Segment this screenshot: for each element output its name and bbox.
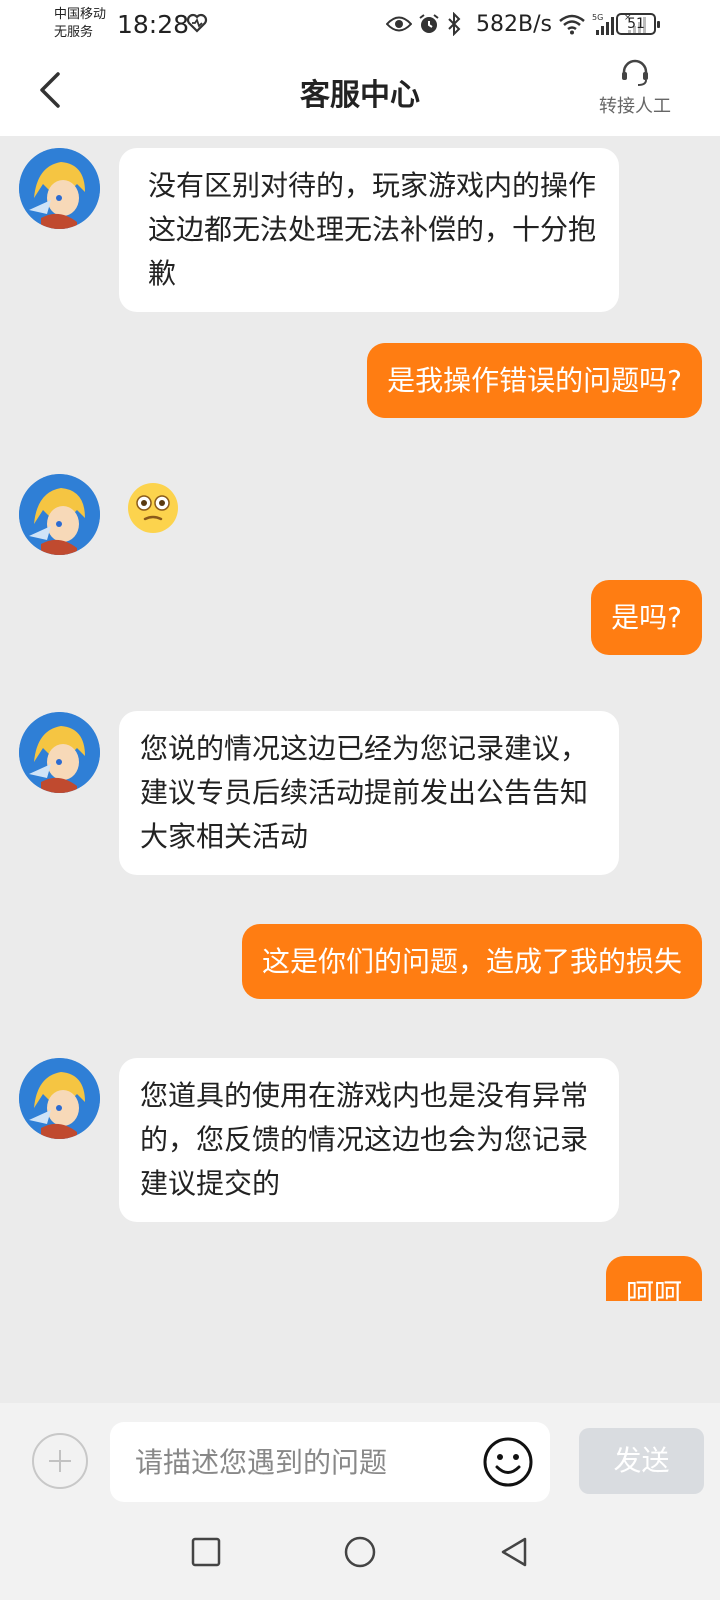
transfer-agent-label: 转接人工 (599, 96, 671, 117)
wifi-icon (559, 14, 585, 35)
circle-icon (344, 1536, 376, 1568)
avatar-character-icon (19, 148, 100, 229)
alarm-icon (419, 14, 439, 33)
agent-message-bubble[interactable]: 没有区别对待的，玩家游戏内的操作这边都无法处理无法补偿的，十分抱歉 (119, 148, 619, 312)
eye-icon (386, 16, 413, 32)
avatar-character-icon (19, 474, 100, 555)
plus-icon (49, 1450, 71, 1472)
triangle-back-icon (501, 1537, 527, 1567)
user-message-bubble[interactable]: 是吗? (591, 580, 702, 655)
input-bar: 发送 (0, 1403, 720, 1508)
header: 客服中心 转接人工 (0, 50, 720, 136)
home-button[interactable] (338, 1530, 382, 1574)
clip-wrapper: 呵呵 (520, 1256, 720, 1301)
avatar-character-icon (19, 1058, 100, 1139)
carrier-info: 中国移动 无服务 (54, 6, 106, 42)
health-heart-icon (186, 13, 208, 33)
flushed-face-emoji-icon[interactable] (127, 482, 179, 534)
carrier-service: 无服务 (54, 25, 94, 40)
transfer-agent-button[interactable]: 转接人工 (590, 58, 680, 124)
svg-text:5G: 5G (592, 13, 603, 22)
user-message-bubble[interactable]: 这是你们的问题，造成了我的损失 (241, 924, 702, 999)
square-icon (191, 1537, 221, 1567)
agent-avatar (19, 474, 100, 555)
system-nav-bar (0, 1508, 720, 1600)
headset-icon (622, 59, 648, 86)
status-bar: 中国移动 无服务 18:28 582B/s 5G × 51 (0, 0, 720, 50)
bluetooth-icon (448, 12, 461, 36)
battery-icon: 51 (616, 13, 660, 35)
emoji-picker-icon[interactable] (482, 1436, 534, 1488)
chat-list[interactable]: 没有区别对待的，玩家游戏内的操作这边都无法处理无法补偿的，十分抱歉 是我操作错误… (0, 136, 720, 1301)
carrier-name: 中国移动 (54, 7, 107, 22)
agent-avatar (19, 712, 100, 793)
agent-avatar (19, 1058, 100, 1139)
back-nav-button[interactable] (492, 1530, 536, 1574)
status-icons: 582B/s 5G × (386, 9, 650, 39)
network-speed: 582B/s (476, 11, 552, 37)
user-message-bubble[interactable]: 呵呵 (605, 1256, 702, 1301)
status-time: 18:28 (117, 10, 190, 39)
user-message-bubble[interactable]: 是我操作错误的问题吗? (367, 343, 702, 418)
signal-5g-icon: 5G (592, 13, 614, 35)
agent-message-bubble[interactable]: 您说的情况这边已经为您记录建议，建议专员后续活动提前发出公告告知大家相关活动 (119, 711, 619, 875)
agent-message-bubble[interactable]: 您道具的使用在游戏内也是没有异常的，您反馈的情况这边也会为您记录建议提交的 (119, 1058, 619, 1222)
avatar-character-icon (19, 712, 100, 793)
add-attachment-button[interactable] (32, 1433, 88, 1489)
recents-button[interactable] (184, 1530, 228, 1574)
agent-avatar (19, 148, 100, 229)
send-button[interactable]: 发送 (579, 1428, 704, 1494)
